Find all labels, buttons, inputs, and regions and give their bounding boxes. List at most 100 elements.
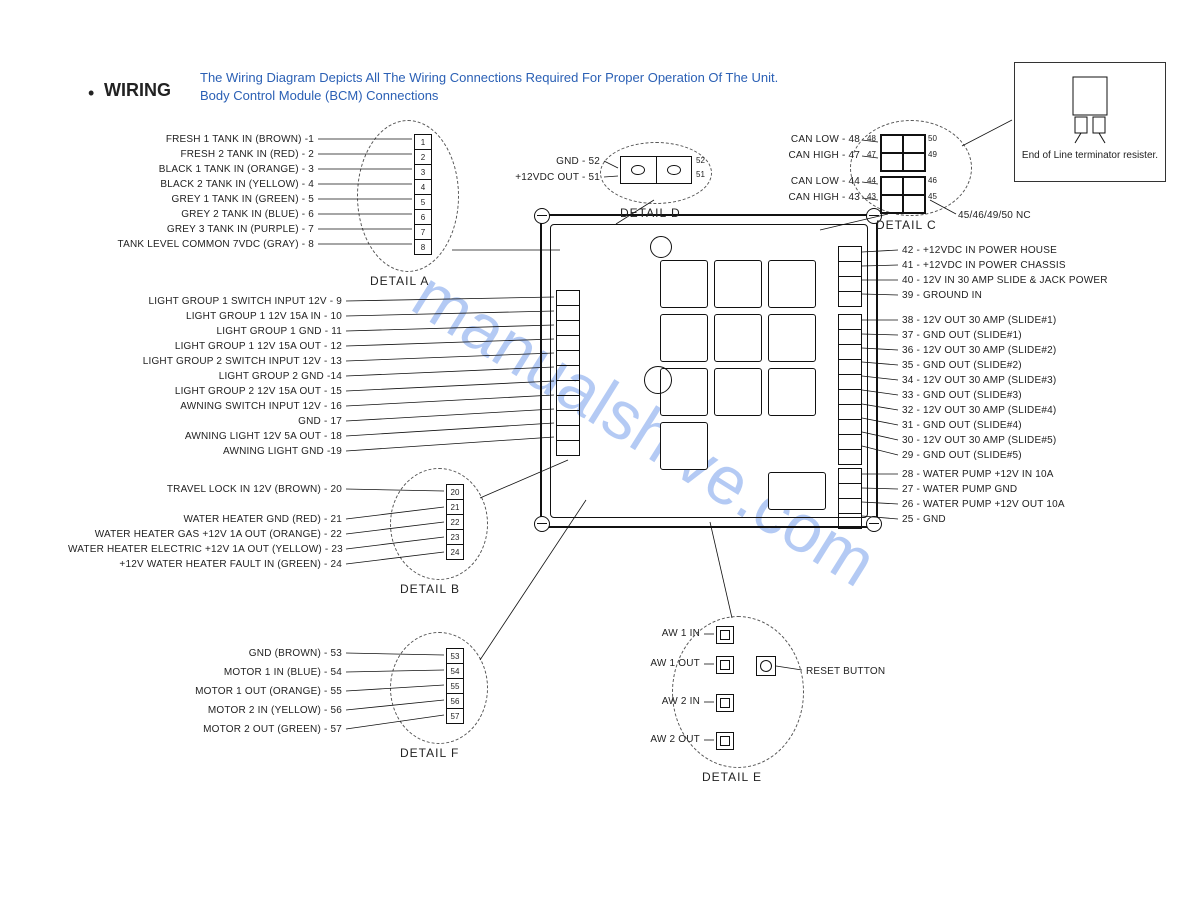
pin: 44 (867, 176, 876, 185)
label: 34 - 12V OUT 30 AMP (SLIDE#3) (902, 375, 1182, 386)
label: 27 - WATER PUMP GND (902, 484, 1182, 495)
label: 40 - 12V IN 30 AMP SLIDE & JACK POWER (902, 275, 1182, 286)
label: AWNING LIGHT 12V 5A OUT - 18 (88, 431, 342, 442)
lbl-canlow44: CAN LOW - 44 (714, 176, 860, 187)
nc-note: 45/46/49/50 NC (958, 210, 1031, 221)
label: 33 - GND OUT (SLIDE#3) (902, 390, 1182, 401)
screw-icon (866, 516, 882, 532)
label: 39 - GROUND IN (902, 290, 1182, 301)
label: 36 - 12V OUT 30 AMP (SLIDE#2) (902, 345, 1182, 356)
lbl-aw2in: AW 2 IN (560, 696, 700, 707)
label: GND - 17 (88, 416, 342, 427)
pin: 48 (867, 134, 876, 143)
label: 42 - +12VDC IN POWER HOUSE (902, 245, 1182, 256)
detail-f-label: DETAIL F (400, 746, 459, 760)
detail-b-ellipse (390, 468, 488, 580)
label: GREY 3 TANK IN (PURPLE) - 7 (88, 224, 314, 235)
label: BLACK 2 TANK IN (YELLOW) - 4 (88, 179, 314, 190)
aw-terminal (716, 626, 734, 644)
lbl-12vdc-51: +12VDC OUT - 51 (380, 172, 600, 183)
lbl-aw1out: AW 1 OUT (560, 658, 700, 669)
detail-a-label: DETAIL A (370, 274, 429, 288)
label: 29 - GND OUT (SLIDE#5) (902, 450, 1182, 461)
label: MOTOR 2 OUT (GREEN) - 57 (146, 724, 342, 735)
detail-d-label: DETAIL D (620, 206, 681, 220)
aw-terminal (716, 732, 734, 750)
resistor-box: End of Line terminator resister. (1014, 62, 1166, 182)
label: LIGHT GROUP 1 12V 15A OUT - 12 (88, 341, 342, 352)
relay (714, 314, 762, 362)
resistor-note: End of Line terminator resister. (1015, 148, 1165, 163)
relay (768, 260, 816, 308)
pin: 45 (928, 192, 937, 201)
desc-line1: The Wiring Diagram Depicts All The Wirin… (200, 70, 778, 85)
detail-c-connector-top (880, 134, 926, 172)
desc-line2: Body Control Module (BCM) Connections (200, 88, 438, 103)
label: GND (BROWN) - 53 (146, 648, 342, 659)
detail-e-label: DETAIL E (702, 770, 762, 784)
label: 37 - GND OUT (SLIDE#1) (902, 330, 1182, 341)
label: 28 - WATER PUMP +12V IN 10A (902, 469, 1182, 480)
label: AWNING SWITCH INPUT 12V - 16 (88, 401, 342, 412)
label: 41 - +12VDC IN POWER CHASSIS (902, 260, 1182, 271)
label: MOTOR 1 OUT (ORANGE) - 55 (146, 686, 342, 697)
pin: 43 (867, 192, 876, 201)
detail-c-label: DETAIL C (876, 218, 937, 232)
terminal-strip-right-top (838, 246, 862, 307)
dial-icon (644, 366, 672, 394)
detail-c-connector-bot (880, 176, 926, 214)
label: LIGHT GROUP 2 GND -14 (88, 371, 342, 382)
label: TRAVEL LOCK IN 12V (BROWN) - 20 (68, 484, 342, 495)
pin: 49 (928, 150, 937, 159)
label: 25 - GND (902, 514, 1182, 525)
label: FRESH 1 TANK IN (BROWN) -1 (88, 134, 314, 145)
screw-icon (534, 208, 550, 224)
label: MOTOR 1 IN (BLUE) - 54 (146, 667, 342, 678)
relay (660, 314, 708, 362)
label: BLACK 1 TANK IN (ORANGE) - 3 (88, 164, 314, 175)
reset-button[interactable] (756, 656, 776, 676)
label: 32 - 12V OUT 30 AMP (SLIDE#4) (902, 405, 1182, 416)
pin: 50 (928, 134, 937, 143)
screw-icon (534, 516, 550, 532)
label: GREY 2 TANK IN (BLUE) - 6 (88, 209, 314, 220)
relay (768, 368, 816, 416)
detail-a-ellipse (357, 120, 459, 272)
label: AWNING LIGHT GND -19 (88, 446, 342, 457)
label: 26 - WATER PUMP +12V OUT 10A (902, 499, 1182, 510)
pin: 47 (867, 150, 876, 159)
label: GREY 1 TANK IN (GREEN) - 5 (88, 194, 314, 205)
label: WATER HEATER ELECTRIC +12V 1A OUT (YELLO… (68, 544, 342, 555)
relay (768, 472, 826, 510)
pin: 46 (928, 176, 937, 185)
bcm-module (540, 214, 878, 528)
bullet: • (88, 83, 94, 104)
label: 38 - 12V OUT 30 AMP (SLIDE#1) (902, 315, 1182, 326)
relay (768, 314, 816, 362)
lbl-aw2out: AW 2 OUT (560, 734, 700, 745)
pin-51: 51 (696, 170, 705, 179)
detail-d-connector (620, 156, 692, 184)
label: 35 - GND OUT (SLIDE#2) (902, 360, 1182, 371)
detail-f-connector: 5354 5556 57 (446, 648, 464, 724)
relay (714, 260, 762, 308)
label: 30 - 12V OUT 30 AMP (SLIDE#5) (902, 435, 1182, 446)
relay (714, 368, 762, 416)
label: LIGHT GROUP 1 12V 15A IN - 10 (88, 311, 342, 322)
detail-a-connector: 12 34 56 78 (414, 134, 432, 255)
label: LIGHT GROUP 2 SWITCH INPUT 12V - 13 (88, 356, 342, 367)
label: +12V WATER HEATER FAULT IN (GREEN) - 24 (68, 559, 342, 570)
label: LIGHT GROUP 2 12V 15A OUT - 15 (88, 386, 342, 397)
label: MOTOR 2 IN (YELLOW) - 56 (146, 705, 342, 716)
label: TANK LEVEL COMMON 7VDC (GRAY) - 8 (88, 239, 314, 250)
lbl-canlow48: CAN LOW - 48 (714, 134, 860, 145)
reset-label: RESET BUTTON (806, 666, 885, 677)
page-title: WIRING (104, 80, 171, 101)
terminal-strip-left (556, 290, 580, 456)
aw-terminal (716, 656, 734, 674)
label: LIGHT GROUP 1 SWITCH INPUT 12V - 9 (88, 296, 342, 307)
label: WATER HEATER GND (RED) - 21 (68, 514, 342, 525)
pin-52: 52 (696, 156, 705, 165)
label: LIGHT GROUP 1 GND - 11 (88, 326, 342, 337)
label: WATER HEATER GAS +12V 1A OUT (ORANGE) - … (68, 529, 342, 540)
